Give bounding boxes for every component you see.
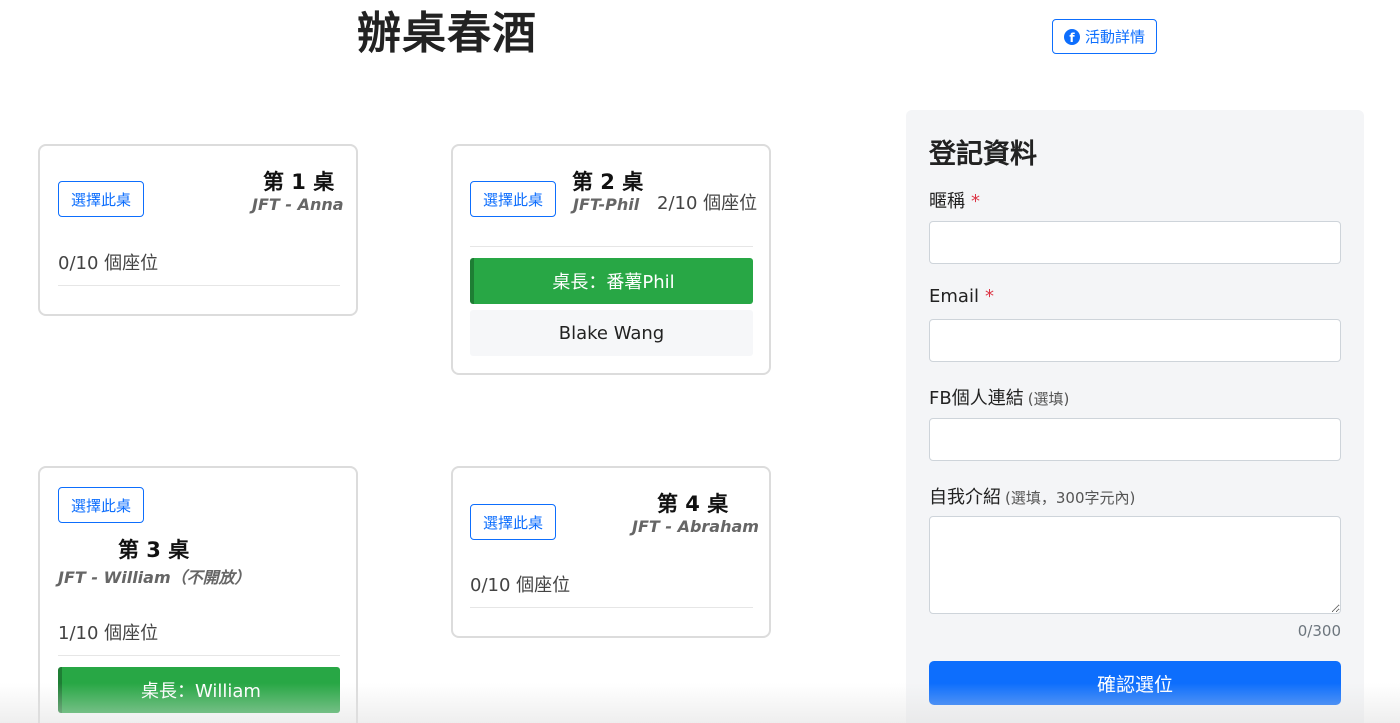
email-label-text: Email xyxy=(929,286,979,307)
table-2-host-bar: 桌長：番薯Phil xyxy=(470,258,753,304)
fb-link-input[interactable] xyxy=(929,418,1341,461)
email-label: Email * xyxy=(929,286,994,307)
table-3-host: JFT - William（不開放） xyxy=(58,568,251,587)
table-2-host: JFT-Phil xyxy=(573,195,640,214)
email-input[interactable] xyxy=(929,319,1341,362)
select-table-3-button[interactable]: 選擇此桌 xyxy=(58,487,144,523)
table-4-seat-count: 0/10 個座位 xyxy=(470,575,571,596)
divider xyxy=(58,655,340,656)
table-1-title: 第 1 桌 xyxy=(263,170,335,194)
intro-label: 自我介紹 (選填，300字元內) xyxy=(929,483,1135,509)
table-3-title: 第 3 桌 xyxy=(118,538,190,562)
table-4-title: 第 4 桌 xyxy=(657,492,729,516)
facebook-icon: f xyxy=(1063,28,1080,45)
table-4-host: JFT - Abraham xyxy=(632,517,759,536)
select-table-4-button[interactable]: 選擇此桌 xyxy=(470,504,556,540)
divider xyxy=(58,285,340,286)
table-2-title: 第 2 桌 xyxy=(572,170,644,194)
intro-label-text: 自我介紹 xyxy=(929,487,1001,508)
table-2-member-item: Blake Wang xyxy=(470,310,753,356)
divider xyxy=(470,246,753,247)
select-table-2-button[interactable]: 選擇此桌 xyxy=(470,181,556,217)
nickname-input[interactable] xyxy=(929,221,1341,264)
divider xyxy=(470,607,753,608)
event-details-label: 活動詳情 xyxy=(1084,28,1145,46)
table-2-seat-count: 2/10 個座位 xyxy=(657,193,758,214)
table-1-host: JFT - Anna xyxy=(252,195,344,214)
table-card-2: 選擇此桌 第 2 桌 JFT-Phil 2/10 個座位 桌長：番薯Phil B… xyxy=(451,144,771,375)
required-mark: * xyxy=(984,286,994,307)
intro-char-counter: 0/300 xyxy=(1297,622,1341,640)
form-heading: 登記資料 xyxy=(929,139,1037,170)
nickname-label-text: 暱稱 xyxy=(929,191,965,212)
nickname-label: 暱稱 * xyxy=(929,187,980,213)
confirm-seat-button[interactable]: 確認選位 xyxy=(929,661,1341,705)
fb-link-label-text: FB個人連結 xyxy=(929,388,1024,409)
event-details-button[interactable]: f 活動詳情 xyxy=(1052,19,1157,54)
page-title: 辦桌春酒 xyxy=(357,8,537,59)
intro-textarea[interactable] xyxy=(929,516,1341,614)
fb-link-hint: (選填) xyxy=(1027,390,1070,408)
fb-link-label: FB個人連結 (選填) xyxy=(929,384,1069,410)
select-table-1-button[interactable]: 選擇此桌 xyxy=(58,181,144,217)
intro-hint: (選填，300字元內) xyxy=(1005,489,1136,507)
table-card-1: 選擇此桌 第 1 桌 JFT - Anna 0/10 個座位 xyxy=(38,144,358,316)
table-card-4: 選擇此桌 第 4 桌 JFT - Abraham 0/10 個座位 xyxy=(451,466,771,638)
required-mark: * xyxy=(971,191,980,212)
table-3-host-bar: 桌長：William xyxy=(58,667,340,713)
table-3-seat-count: 1/10 個座位 xyxy=(58,623,159,644)
registration-form: 登記資料 暱稱 * Email * FB個人連結 (選填) 自我介紹 (選填，300字元… xyxy=(906,110,1364,723)
table-1-seat-count: 0/10 個座位 xyxy=(58,253,159,274)
table-card-3: 選擇此桌 第 3 桌 JFT - William（不開放） 1/10 個座位 桌… xyxy=(38,466,358,723)
